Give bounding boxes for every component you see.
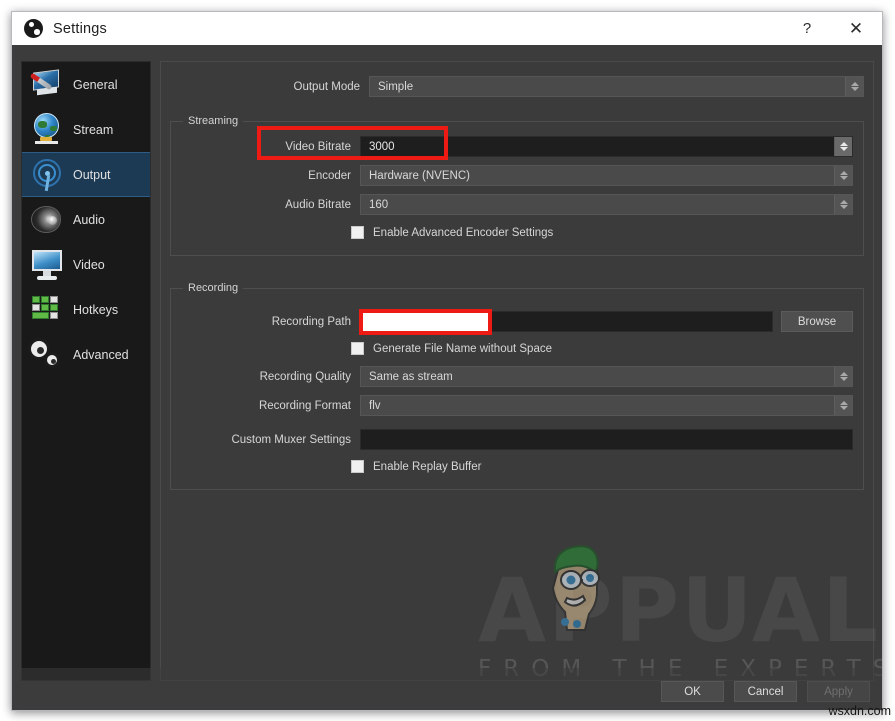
recording-path-input[interactable] — [360, 311, 773, 332]
recording-quality-row: Recording Quality Same as stream — [181, 366, 853, 387]
video-bitrate-value: 3000 — [369, 141, 395, 153]
custom-muxer-control — [360, 429, 853, 450]
recording-path-label: Recording Path — [181, 316, 360, 328]
audio-bitrate-dropdown[interactable]: 160 — [360, 194, 853, 215]
recording-format-spinner-icon[interactable] — [834, 396, 852, 415]
recording-format-control: flv — [360, 395, 853, 416]
sidebar-label-output: Output — [73, 168, 111, 182]
general-icon — [26, 66, 68, 104]
recording-format-dropdown[interactable]: flv — [360, 395, 853, 416]
hotkeys-icon — [26, 291, 68, 329]
generate-no-space-checkbox[interactable] — [351, 342, 364, 355]
settings-window: Settings ? ✕ General Stream — [11, 11, 883, 711]
replay-buffer-checkbox[interactable] — [351, 460, 364, 473]
streaming-group: Streaming Video Bitrate 3000 — [170, 121, 864, 256]
sidebar-item-hotkeys[interactable]: Hotkeys — [22, 287, 150, 332]
video-bitrate-input[interactable]: 3000 — [360, 136, 853, 157]
encoder-value: Hardware (NVENC) — [369, 170, 470, 182]
advanced-icon — [26, 336, 68, 374]
audio-bitrate-row: Audio Bitrate 160 — [181, 194, 853, 215]
apply-button: Apply — [807, 681, 870, 702]
custom-muxer-label: Custom Muxer Settings — [181, 434, 360, 446]
close-button[interactable]: ✕ — [830, 12, 882, 45]
encoder-dropdown[interactable]: Hardware (NVENC) — [360, 165, 853, 186]
encoder-label: Encoder — [181, 170, 360, 182]
video-bitrate-label: Video Bitrate — [181, 141, 360, 153]
replay-buffer-row: Enable Replay Buffer — [351, 460, 853, 473]
obs-logo-icon — [24, 19, 43, 38]
recording-quality-control: Same as stream — [360, 366, 853, 387]
audio-bitrate-value: 160 — [369, 199, 388, 211]
recording-group-title: Recording — [183, 282, 243, 294]
advanced-encoder-row: Enable Advanced Encoder Settings — [351, 226, 853, 239]
recording-quality-value: Same as stream — [369, 371, 453, 383]
video-bitrate-row: Video Bitrate 3000 — [181, 136, 853, 157]
ok-button[interactable]: OK — [661, 681, 724, 702]
sidebar-label-audio: Audio — [73, 213, 105, 227]
settings-sidebar: General Stream Output — [21, 61, 151, 681]
replay-buffer-label: Enable Replay Buffer — [373, 461, 481, 473]
recording-format-row: Recording Format flv — [181, 395, 853, 416]
output-icon — [26, 156, 68, 194]
video-icon — [26, 246, 68, 284]
advanced-encoder-label: Enable Advanced Encoder Settings — [373, 227, 553, 239]
generate-no-space-row: Generate File Name without Space — [351, 342, 853, 355]
sidebar-item-audio[interactable]: Audio — [22, 197, 150, 242]
sidebar-label-hotkeys: Hotkeys — [73, 303, 118, 317]
browse-button[interactable]: Browse — [781, 311, 853, 332]
cancel-button[interactable]: Cancel — [734, 681, 797, 702]
sidebar-item-general[interactable]: General — [22, 62, 150, 107]
recording-format-label: Recording Format — [181, 400, 360, 412]
output-mode-row: Output Mode Simple — [170, 76, 864, 97]
audio-icon — [26, 201, 68, 239]
video-bitrate-control: 3000 — [360, 136, 853, 157]
sidebar-item-video[interactable]: Video — [22, 242, 150, 287]
recording-group: Recording Recording Path Browse — [170, 288, 864, 490]
window-title: Settings — [53, 21, 107, 37]
output-settings-pane: Output Mode Simple Streaming — [160, 61, 874, 681]
recording-path-row: Recording Path Browse — [181, 311, 853, 332]
recording-quality-dropdown[interactable]: Same as stream — [360, 366, 853, 387]
sidebar-label-general: General — [73, 78, 117, 92]
encoder-control: Hardware (NVENC) — [360, 165, 853, 186]
encoder-spinner-icon[interactable] — [834, 166, 852, 185]
sidebar-item-advanced[interactable]: Advanced — [22, 332, 150, 377]
audio-bitrate-label: Audio Bitrate — [181, 199, 360, 211]
output-mode-dropdown[interactable]: Simple — [369, 76, 864, 97]
audio-bitrate-control: 160 — [360, 194, 853, 215]
window-body: General Stream Output — [12, 45, 882, 711]
recording-path-control: Browse — [360, 311, 853, 332]
help-button[interactable]: ? — [784, 12, 830, 45]
sidebar-item-output[interactable]: Output — [22, 152, 150, 197]
audio-bitrate-spinner-icon[interactable] — [834, 195, 852, 214]
screenshot-root: Settings ? ✕ General Stream — [0, 0, 895, 721]
custom-muxer-input[interactable] — [360, 429, 853, 450]
sidebar-label-advanced: Advanced — [73, 348, 129, 362]
encoder-row: Encoder Hardware (NVENC) — [181, 165, 853, 186]
stream-icon — [26, 111, 68, 149]
advanced-encoder-checkbox[interactable] — [351, 226, 364, 239]
video-bitrate-spinner-icon[interactable] — [834, 137, 852, 156]
dialog-button-bar: OK Cancel Apply — [661, 681, 870, 702]
title-bar: Settings ? ✕ — [12, 12, 882, 45]
recording-format-value: flv — [369, 400, 381, 412]
streaming-group-title: Streaming — [183, 115, 243, 127]
source-watermark: wsxdn.com — [828, 704, 891, 718]
custom-muxer-row: Custom Muxer Settings — [181, 429, 853, 450]
generate-no-space-label: Generate File Name without Space — [373, 343, 552, 355]
sidebar-label-video: Video — [73, 258, 105, 272]
output-mode-spinner-icon[interactable] — [845, 77, 863, 96]
output-mode-label: Output Mode — [170, 81, 369, 93]
output-mode-value: Simple — [378, 81, 413, 93]
redaction-overlay-path — [359, 309, 492, 335]
recording-quality-label: Recording Quality — [181, 371, 360, 383]
sidebar-item-stream[interactable]: Stream — [22, 107, 150, 152]
recording-quality-spinner-icon[interactable] — [834, 367, 852, 386]
output-mode-control: Simple — [369, 76, 864, 97]
sidebar-label-stream: Stream — [73, 123, 113, 137]
